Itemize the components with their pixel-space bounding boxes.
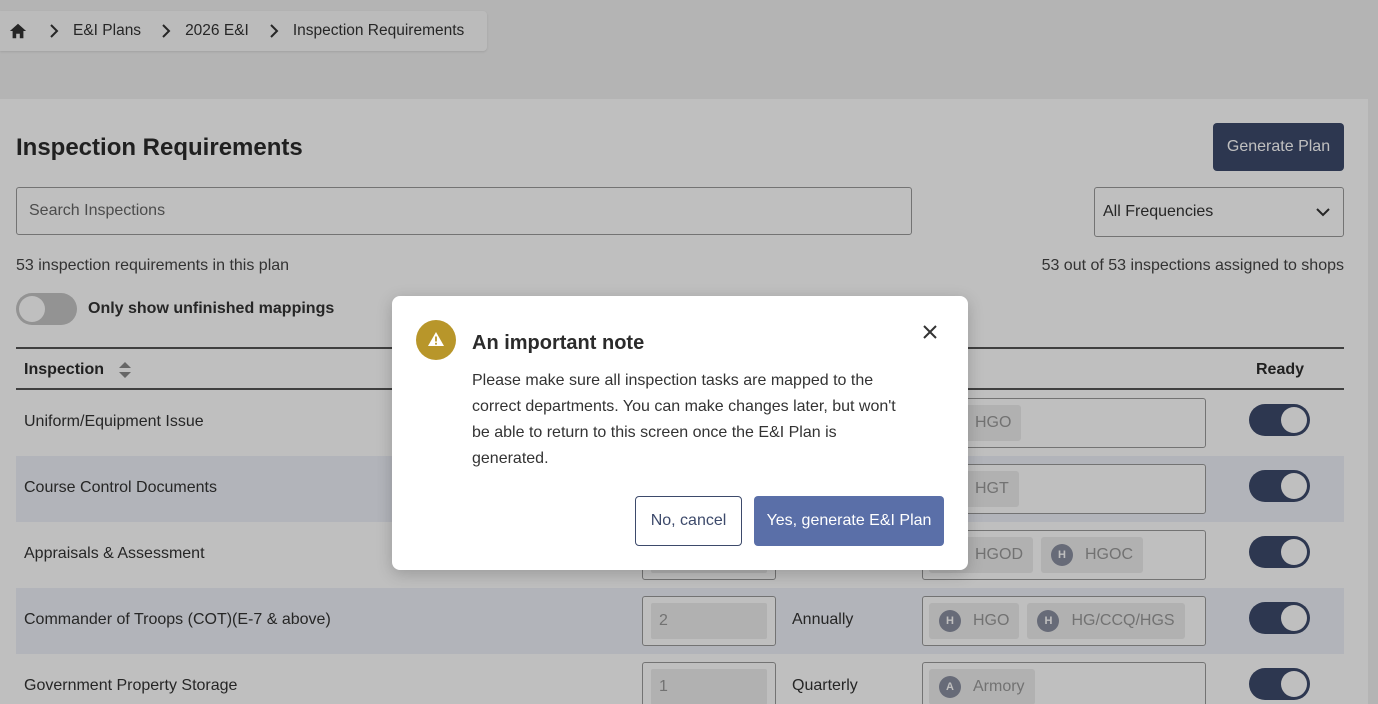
cancel-button[interactable]: No, cancel: [635, 496, 742, 546]
warning-icon: [416, 320, 456, 360]
generate-plan-confirm-button[interactable]: Yes, generate E&I Plan: [754, 496, 944, 546]
dialog-title: An important note: [472, 332, 645, 354]
dialog-body: Please make sure all inspection tasks ar…: [472, 372, 896, 467]
close-icon[interactable]: [920, 322, 940, 342]
confirm-dialog: An important note Please make sure all i…: [392, 296, 968, 570]
